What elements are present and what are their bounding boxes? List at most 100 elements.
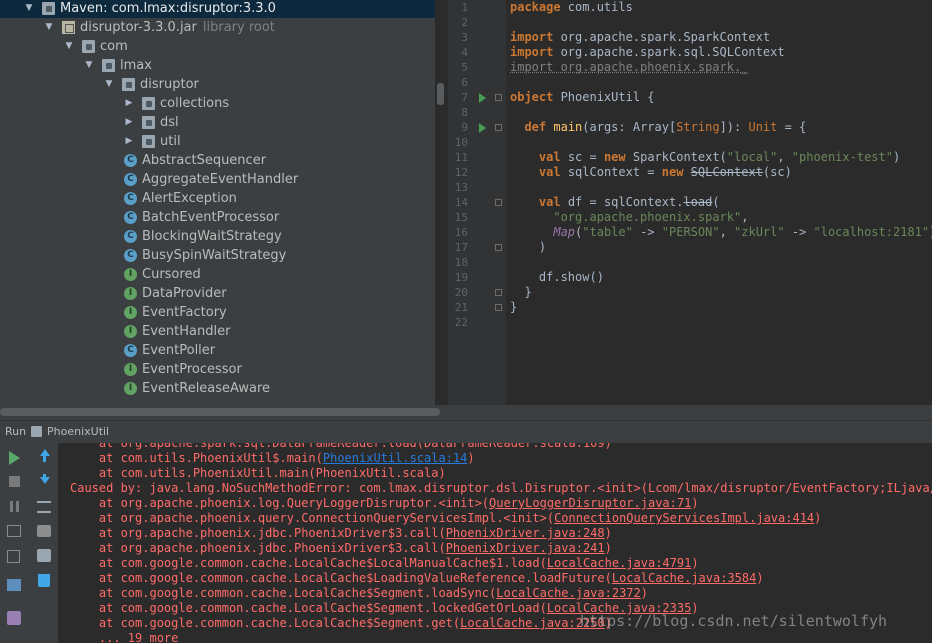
- fold-marker-icon[interactable]: [495, 199, 502, 206]
- tree-item-text: util: [160, 134, 181, 149]
- scroll-to-end-icon[interactable]: [37, 525, 51, 537]
- expand-arrow-icon[interactable]: ▼: [64, 37, 74, 56]
- tree-item[interactable]: C BusySpinWaitStrategy: [0, 246, 435, 265]
- console-line: at org.apache.phoenix.query.ConnectionQu…: [70, 511, 822, 526]
- stop-icon[interactable]: [9, 476, 20, 487]
- tree-item-text: BlockingWaitStrategy: [142, 229, 282, 244]
- console-text: at com.utils.PhoenixUtil$.main(: [70, 451, 323, 465]
- collapse-arrow-icon[interactable]: ▶: [124, 132, 134, 151]
- tree-item[interactable]: I EventHandler: [0, 322, 435, 341]
- expand-arrow-icon[interactable]: ▼: [104, 75, 114, 94]
- console-text: at org.apache.phoenix.log.QueryLoggerDis…: [70, 496, 490, 510]
- tree-item[interactable]: I EventReleaseAware: [0, 379, 435, 398]
- up-arrow-icon[interactable]: [37, 449, 51, 463]
- line-number: 5: [461, 61, 468, 74]
- tree-item-text: disruptor-3.3.0.jar: [80, 20, 197, 35]
- fold-marker-icon[interactable]: [495, 289, 502, 296]
- console-text: Caused by: java.lang.NoSuchMethodError: …: [70, 481, 932, 495]
- tree-item[interactable]: C AbstractSequencer: [0, 151, 435, 170]
- expand-arrow-icon[interactable]: ▼: [84, 56, 94, 75]
- fold-marker-icon[interactable]: [495, 244, 502, 251]
- line-number: 7: [461, 91, 468, 104]
- tree-item[interactable]: ▼ lmax: [0, 56, 435, 75]
- tree-item[interactable]: C AlertException: [0, 189, 435, 208]
- library-root-tag: library root: [202, 20, 275, 35]
- tree-item[interactable]: I DataProvider: [0, 284, 435, 303]
- line-number: 3: [461, 31, 468, 44]
- collapse-arrow-icon[interactable]: ▶: [124, 94, 134, 113]
- source-link[interactable]: LocalCache.java:3584: [612, 571, 757, 585]
- fold-marker-icon[interactable]: [495, 94, 502, 101]
- tree-item[interactable]: C AggregateEventHandler: [0, 170, 435, 189]
- tree-item[interactable]: ▼ com: [0, 37, 435, 56]
- tree-item[interactable]: ▼ disruptor-3.3.0.jar library root: [0, 18, 435, 37]
- run-gutter-icon[interactable]: [479, 93, 486, 103]
- tree-item-label: EventHandler: [142, 322, 230, 341]
- source-link[interactable]: LocalCache.java:2372: [496, 586, 641, 600]
- tree-item[interactable]: C BatchEventProcessor: [0, 208, 435, 227]
- source-link[interactable]: PhoenixDriver.java:241: [446, 541, 605, 555]
- tree-item-text: EventPoller: [142, 343, 216, 358]
- project-tree[interactable]: ▼ Maven: com.lmax:disruptor:3.3.0 ▼ disrupt…: [0, 0, 435, 405]
- source-link[interactable]: PhoenixDriver.java:248: [446, 526, 605, 540]
- expand-arrow-icon[interactable]: ▼: [24, 0, 34, 18]
- run-config-name[interactable]: PhoenixUtil: [47, 421, 109, 443]
- code-editor[interactable]: 1 2 3 4 5 6 7 8 9 10 11 12 13 14 15 16 17 18 19 20 21 22 pack…: [448, 0, 932, 405]
- tree-item[interactable]: ▶ util: [0, 132, 435, 151]
- console-text: ): [756, 571, 764, 585]
- tree-item-label: EventProcessor: [142, 360, 242, 379]
- print-icon[interactable]: [37, 549, 51, 562]
- source-link[interactable]: LocalCache.java:4791: [547, 556, 692, 570]
- tree-item-label: dsl: [160, 113, 179, 132]
- layout-icon[interactable]: [7, 579, 21, 591]
- console-text: ): [604, 526, 612, 540]
- rerun-icon[interactable]: [9, 451, 20, 465]
- tree-item[interactable]: I EventProcessor: [0, 360, 435, 379]
- tree-item[interactable]: I Cursored: [0, 265, 435, 284]
- clear-trash-icon[interactable]: [38, 574, 50, 587]
- pause-icon[interactable]: [9, 501, 23, 515]
- tree-item[interactable]: C BlockingWaitStrategy: [0, 227, 435, 246]
- fold-marker-icon[interactable]: [495, 124, 502, 131]
- tree-item-text: lmax: [120, 58, 152, 73]
- tree-item[interactable]: ▼ disruptor: [0, 75, 435, 94]
- tree-item[interactable]: ▼ Maven: com.lmax:disruptor:3.3.0: [0, 0, 435, 18]
- console-text: at com.google.common.cache.LocalCache$Se…: [70, 586, 497, 600]
- interface-icon: I: [124, 325, 137, 338]
- tree-item[interactable]: I EventFactory: [0, 303, 435, 322]
- tree-item[interactable]: ▶ collections: [0, 94, 435, 113]
- fold-marker-icon[interactable]: [495, 304, 502, 311]
- collapse-arrow-icon[interactable]: ▶: [124, 113, 134, 132]
- run-gutter-icon[interactable]: [479, 123, 486, 133]
- tree-item-label: EventFactory: [142, 303, 227, 322]
- run-tab-label[interactable]: Run: [5, 421, 26, 443]
- dump-threads-icon[interactable]: [7, 525, 21, 537]
- console-text: ... 19 more: [70, 631, 179, 643]
- source-link[interactable]: ConnectionQueryServicesImpl.java:414: [554, 511, 814, 525]
- console-text: at com.google.common.cache.LocalCache$Se…: [70, 616, 461, 630]
- source-link[interactable]: QueryLoggerDisruptor.java:71: [489, 496, 691, 510]
- watermark: https://blog.csdn.net/silentwolfyh: [580, 612, 888, 630]
- console-text: at org.apache.spark.sql.DataFrameReader.…: [70, 443, 612, 450]
- scrollbar-thumb[interactable]: [0, 408, 440, 416]
- class-icon: C: [124, 192, 137, 205]
- pin-icon[interactable]: [7, 611, 21, 625]
- exit-icon[interactable]: [7, 550, 20, 563]
- package-icon: [142, 97, 155, 110]
- console-line: at org.apache.phoenix.jdbc.PhoenixDriver…: [70, 541, 612, 556]
- tree-item-label: Cursored: [142, 265, 201, 284]
- console-text: at com.google.common.cache.LocalCache$Lo…: [70, 571, 612, 585]
- package-icon: [142, 116, 155, 129]
- tree-item[interactable]: C EventPoller: [0, 341, 435, 360]
- soft-wrap-icon[interactable]: [37, 501, 51, 513]
- console-line: at com.google.common.cache.LocalCache$Lo…: [70, 556, 699, 571]
- tree-item[interactable]: ▶ dsl: [0, 113, 435, 132]
- tree-scrollbar[interactable]: [437, 83, 444, 105]
- down-arrow-icon[interactable]: [37, 474, 51, 488]
- expand-arrow-icon[interactable]: ▼: [44, 18, 54, 37]
- horizontal-scrollbar[interactable]: [0, 405, 932, 420]
- source-link[interactable]: PhoenixUtil.scala:14: [323, 451, 468, 465]
- package-icon: [102, 59, 115, 72]
- console-line: at org.apache.phoenix.log.QueryLoggerDis…: [70, 496, 699, 511]
- console-text: ): [691, 496, 699, 510]
